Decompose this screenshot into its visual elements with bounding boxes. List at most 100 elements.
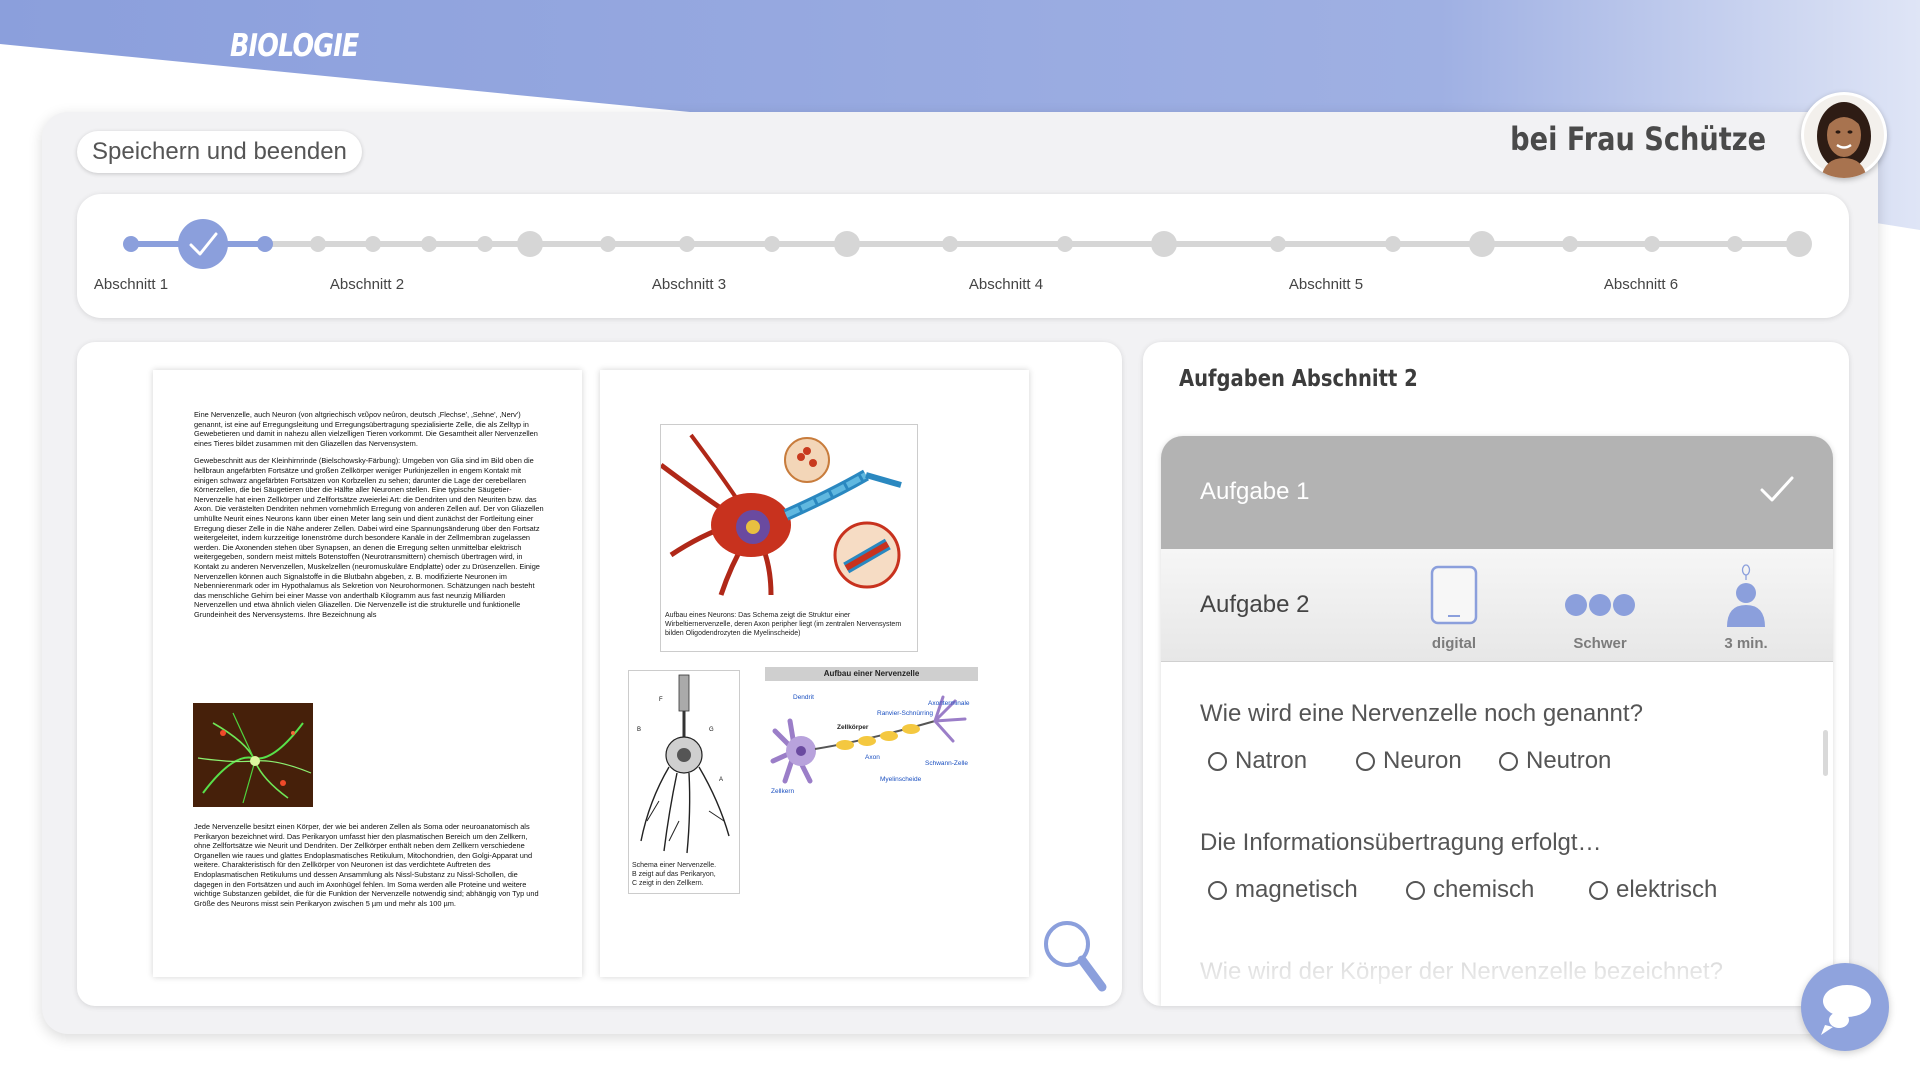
answer-option-neuron[interactable]: Neuron — [1356, 747, 1462, 775]
answer-option-neutron[interactable]: Neutron — [1499, 747, 1611, 775]
option-label: Neuron — [1383, 747, 1462, 774]
step-label-6[interactable]: Abschnitt 6 — [1604, 276, 1678, 293]
neuron-structure-figure[interactable]: Aufbau eines Neurons: Das Schema zeigt d… — [659, 424, 918, 652]
section-node-4[interactable] — [834, 231, 860, 257]
chat-bubble-icon — [1821, 985, 1871, 1035]
option-label: Neutron — [1526, 747, 1612, 774]
label-axonterminale: Axonterminale — [928, 700, 970, 707]
subject-title: BIOLOGIE — [230, 28, 359, 64]
step-label-3[interactable]: Abschnitt 3 — [652, 276, 726, 293]
figure3-title: Aufbau einer Nervenzelle — [765, 667, 978, 681]
person-icon — [1727, 564, 1765, 627]
option-label: chemisch — [1433, 876, 1535, 903]
progress-stepper: Abschnitt 1 Abschnitt 2 Abschnitt 3 Absc… — [77, 194, 1849, 318]
zoom-button[interactable] — [1040, 917, 1110, 997]
progress-dot[interactable] — [1385, 236, 1401, 252]
caption-line: Schema einer Nervenzelle. — [632, 862, 717, 869]
option-label: elektrisch — [1616, 876, 1718, 903]
svg-text:A: A — [719, 777, 723, 783]
question-3: Wie wird der Körper der Nervenzelle beze… — [1200, 958, 1723, 985]
neuron-diagram — [659, 425, 917, 605]
label-schwann-zelle: Schwann-Zelle — [925, 760, 968, 767]
task-list-scrollbar[interactable] — [1823, 730, 1828, 776]
chat-button[interactable] — [1801, 963, 1889, 1051]
progress-dot[interactable] — [257, 236, 273, 252]
progress-dot[interactable] — [1562, 236, 1578, 252]
step-label-4[interactable]: Abschnitt 4 — [969, 276, 1043, 293]
task-2-duration-label: 3 min. — [1724, 635, 1768, 652]
paragraph: Eine Nervenzelle, auch Neuron (von altgr… — [194, 410, 538, 448]
task-1-row[interactable]: Aufgabe 1 — [1161, 436, 1833, 549]
radio-button[interactable] — [1208, 880, 1227, 900]
teacher-avatar[interactable] — [1801, 92, 1887, 178]
question-1: Wie wird eine Nervenzelle noch genannt? — [1200, 700, 1643, 727]
answer-option-natron[interactable]: Natron — [1208, 747, 1307, 775]
answer-option-elektrisch[interactable]: elektrisch — [1589, 876, 1717, 904]
check-icon — [1760, 476, 1794, 502]
tissue-photo — [193, 703, 313, 807]
svg-text:B: B — [637, 727, 641, 733]
section-node-6[interactable] — [1469, 231, 1495, 257]
document-viewer[interactable]: Eine Nervenzelle, auch Neuron (von altgr… — [77, 342, 1122, 1006]
option-label: Natron — [1235, 747, 1308, 774]
progress-dot[interactable] — [1270, 236, 1286, 252]
radio-button[interactable] — [1589, 880, 1608, 900]
progress-dot[interactable] — [477, 236, 493, 252]
section-node-5[interactable] — [1151, 231, 1177, 257]
label-zellkern: Zellkern — [771, 788, 795, 795]
progress-dot[interactable] — [1644, 236, 1660, 252]
task-2-row[interactable]: Aufgabe 2 digital Schwer 3 min. — [1161, 549, 1833, 662]
save-and-exit-button[interactable]: Speichern und beenden — [77, 131, 362, 173]
progress-dot[interactable] — [1057, 236, 1073, 252]
task-2-difficulty: Schwer — [1555, 563, 1645, 652]
progress-dot[interactable] — [679, 236, 695, 252]
task-2-mode: digital — [1409, 563, 1499, 652]
radio-button[interactable] — [1208, 751, 1227, 771]
teacher-name: bei Frau Schütze — [1510, 120, 1766, 158]
figure1-caption: Aufbau eines Neurons: Das Schema zeigt d… — [665, 612, 902, 637]
tasks-heading: Aufgaben Abschnitt 2 — [1179, 366, 1418, 392]
progress-track — [123, 219, 1812, 269]
radio-button[interactable] — [1499, 751, 1518, 771]
progress-dot[interactable] — [764, 236, 780, 252]
progress-dot[interactable] — [421, 236, 437, 252]
paragraph: Jede Nervenzelle besitzt einen Körper, d… — [194, 822, 539, 908]
question-2: Die Informationsübertragung erfolgt… — [1200, 829, 1602, 856]
task-1-label: Aufgabe 1 — [1200, 478, 1310, 505]
section-node-3[interactable] — [517, 231, 543, 257]
svg-text:G: G — [709, 727, 714, 733]
tasks-panel: Aufgaben Abschnitt 2 Aufgabe 1 Aufgabe 2… — [1143, 342, 1849, 1006]
progress-dot[interactable] — [365, 236, 381, 252]
label-dendrit: Dendrit — [793, 694, 814, 701]
progress-dot[interactable] — [310, 236, 326, 252]
answer-option-chemisch[interactable]: chemisch — [1406, 876, 1534, 904]
task-2-duration: 3 min. — [1701, 563, 1791, 652]
label-schnuerring: Ranvier-Schnürring — [877, 710, 933, 717]
paragraph: Gewebeschnitt aus der Kleinhirnrinde (Bi… — [194, 456, 544, 619]
step-label-5[interactable]: Abschnitt 5 — [1289, 276, 1363, 293]
step-label-1[interactable]: Abschnitt 1 — [94, 276, 168, 293]
progress-dot[interactable] — [1727, 236, 1743, 252]
neuron-labelled-diagram: Dendrit Zellkörper Ranvier-Schnürring Ax… — [770, 694, 970, 795]
progress-dot[interactable] — [600, 236, 616, 252]
task-2-difficulty-label: Schwer — [1573, 635, 1627, 652]
option-label: magnetisch — [1235, 876, 1358, 903]
neuron-schema-drawing: B G F A — [629, 671, 739, 857]
neuron-schema-figure[interactable]: B G F A Schema einer Nervenzelle. B zeig… — [628, 670, 740, 894]
task-2-mode-label: digital — [1431, 635, 1477, 652]
radio-button[interactable] — [1356, 751, 1375, 771]
caption-line: B zeigt auf das Perikaryon, — [632, 871, 716, 878]
answer-option-magnetisch[interactable]: magnetisch — [1208, 876, 1358, 904]
progress-dot[interactable] — [942, 236, 958, 252]
figure2-caption: Schema einer Nervenzelle. B zeigt auf da… — [632, 861, 738, 888]
section-node-end[interactable] — [1786, 231, 1812, 257]
progress-dot[interactable] — [123, 236, 139, 252]
task-list: Aufgabe 1 Aufgabe 2 digital Schwer 3 min… — [1161, 436, 1833, 1006]
step-label-2[interactable]: Abschnitt 2 — [330, 276, 404, 293]
radio-button[interactable] — [1406, 880, 1425, 900]
caption-line: C zeigt in den Zellkern. — [632, 880, 704, 887]
magnifier-icon — [1044, 921, 1107, 992]
current-step-check-icon[interactable] — [178, 219, 228, 269]
label-axon: Axon — [865, 754, 880, 761]
neuron-labelled-figure[interactable]: Aufbau einer Nervenzelle Dendrit Zellkör… — [765, 667, 978, 797]
